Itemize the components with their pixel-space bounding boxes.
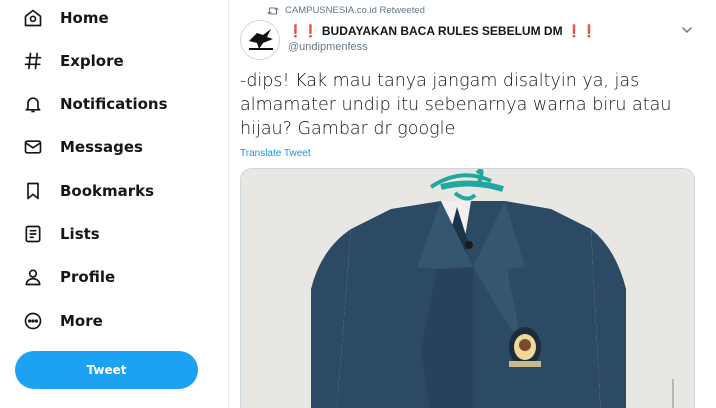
sidebar-item-home[interactable]: Home: [22, 3, 109, 33]
more-circle-icon: [22, 310, 44, 332]
sidebar-nav: Home Explore Notifications Messages Book…: [0, 0, 228, 408]
sidebar-item-messages[interactable]: Messages: [22, 132, 143, 162]
bookmark-icon: [22, 180, 44, 202]
exclamation-emoji-icon: ❗❗: [566, 24, 597, 38]
sidebar-item-label: Notifications: [60, 95, 168, 113]
sidebar-item-notifications[interactable]: Notifications: [22, 89, 168, 119]
retweeted-by-label: CAMPUSNESIA.co.id Retweeted: [285, 5, 425, 16]
author-name-text: BUDAYAKAN BACA RULES SEBELUM DM: [321, 24, 563, 38]
list-icon: [22, 223, 44, 245]
tweet-card[interactable]: CAMPUSNESIA.co.id Retweeted ❗❗ BUDAYAKAN…: [229, 0, 716, 408]
sidebar-item-explore[interactable]: Explore: [22, 46, 124, 76]
sidebar-item-label: Messages: [60, 138, 143, 156]
avatar[interactable]: [240, 20, 280, 60]
tweet-button[interactable]: Tweet: [15, 351, 198, 389]
sidebar-item-label: Bookmarks: [60, 182, 155, 200]
sidebar-item-profile[interactable]: Profile: [22, 262, 115, 292]
sidebar-item-more[interactable]: More: [22, 306, 103, 336]
sidebar-item-label: Home: [60, 9, 109, 27]
bell-icon: [22, 93, 44, 115]
author-handle[interactable]: @undipmenfess: [288, 41, 368, 53]
retweet-context: CAMPUSNESIA.co.id Retweeted: [267, 5, 425, 16]
author-name[interactable]: ❗❗ BUDAYAKAN BACA RULES SEBELUM DM ❗❗: [288, 24, 596, 38]
tweet-text: -dips! Kak mau tanya jangam disaltyin ya…: [240, 71, 672, 139]
sidebar-item-bookmarks[interactable]: Bookmarks: [22, 176, 154, 206]
person-icon: [22, 266, 44, 288]
undip-menfess-logo-icon: [241, 21, 279, 59]
sidebar-item-label: Profile: [60, 268, 116, 286]
sidebar-item-label: Explore: [60, 52, 124, 70]
sidebar-item-label: Lists: [60, 225, 100, 243]
translate-tweet-link[interactable]: Translate Tweet: [240, 148, 311, 159]
sidebar-item-lists[interactable]: Lists: [22, 219, 100, 249]
exclamation-emoji-icon: ❗❗: [288, 24, 318, 38]
tweet-media[interactable]: [240, 168, 695, 408]
chevron-down-icon[interactable]: [681, 24, 693, 36]
retweet-icon: [267, 7, 279, 14]
hashtag-icon: [22, 50, 44, 72]
sidebar-item-label: More: [60, 312, 103, 330]
jacket-photo: [241, 169, 694, 408]
envelope-icon: [22, 136, 44, 158]
home-icon: [22, 7, 44, 29]
